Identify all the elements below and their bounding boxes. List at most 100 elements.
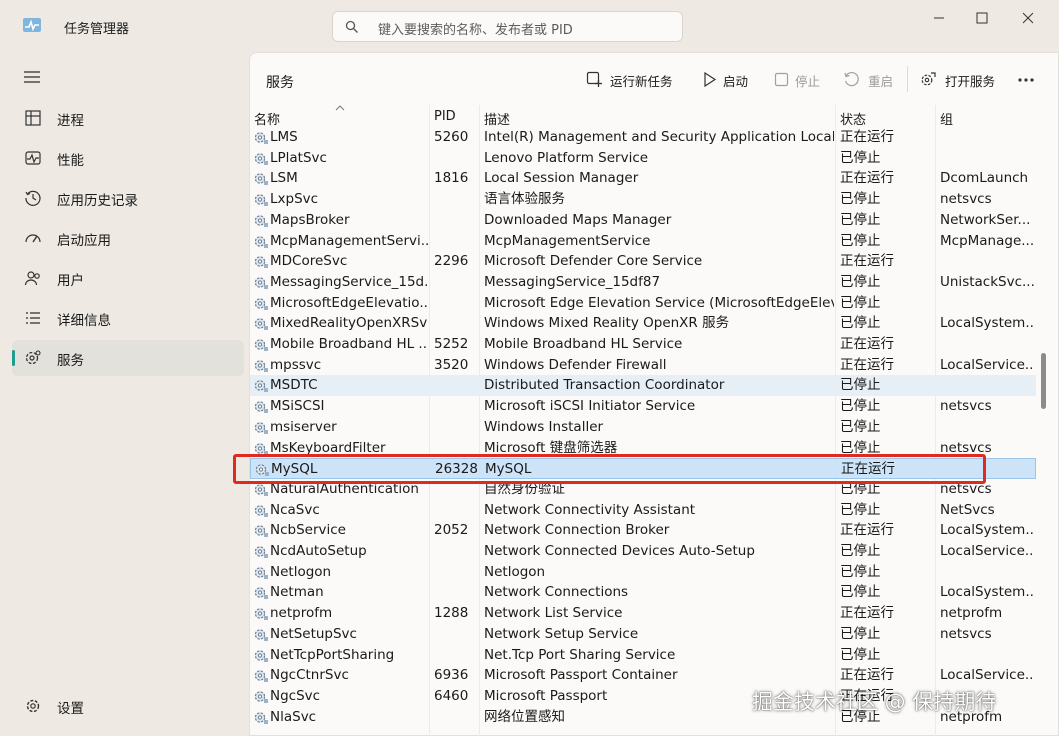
column-header-status[interactable]: 状态 (840, 109, 866, 128)
service-group: netsvcs (940, 398, 992, 415)
table-row[interactable]: MDCoreSvc 2296 Microsoft Defender Core Ser… (250, 251, 1036, 272)
table-row[interactable]: MSDTC Distributed Transaction Coordinator… (250, 375, 1036, 397)
table-row[interactable]: NcdAutoSetup Network Connected Devices Au… (250, 541, 1036, 562)
service-pid: 3520 (434, 356, 469, 373)
service-gear-icon (254, 277, 268, 289)
service-description: Network List Service (484, 605, 623, 622)
nav-item-processes[interactable]: 进程 (12, 100, 244, 136)
service-gear-icon (254, 173, 268, 186)
table-row[interactable]: LxpSvc 语言体验服务 已停止 netsvcs (250, 189, 1036, 210)
service-gear-icon (254, 711, 268, 724)
table-row[interactable]: LSM 1816 Local Session Manager 正在运行 DcomLaun… (250, 168, 1036, 189)
service-gear-icon (254, 380, 268, 393)
nav-item-users[interactable]: 用户 (12, 260, 244, 296)
table-row[interactable]: msiserver Windows Installer 已停止 (250, 417, 1036, 438)
table-row[interactable]: NcbService 2052 Network Connection Broker 正… (250, 520, 1036, 541)
service-description: Intel(R) Management and Security Applica… (484, 129, 834, 145)
start-button[interactable]: 启动 (701, 67, 751, 93)
service-status: 正在运行 (840, 129, 894, 145)
service-status: 已停止 (840, 543, 881, 559)
service-status: 已停止 (840, 563, 881, 580)
startup-apps-icon (25, 234, 41, 243)
table-row[interactable]: LPlatSvc Lenovo Platform Service 已停止 (250, 148, 1036, 169)
service-pid: 5260 (434, 129, 469, 145)
gear-icon (26, 699, 40, 713)
service-status: 正在运行 (840, 253, 894, 270)
nav-item-settings[interactable]: 设置 (12, 688, 244, 724)
table-row[interactable]: mpssvc 3520 Windows Defender Firewall 正在运行 L… (250, 355, 1036, 376)
service-gear-icon (254, 504, 268, 517)
table-header: 名称 PID 描述 状态 组 (250, 105, 1036, 128)
nav-item-app-history[interactable]: 应用历史记录 (12, 180, 244, 216)
run-new-task-icon (586, 71, 602, 87)
service-gear-icon (254, 587, 268, 600)
table-row[interactable]: MSiSCSI Microsoft iSCSI Initiator Service… (250, 396, 1036, 417)
processes-icon (25, 110, 41, 126)
table-row[interactable]: McpManagementServi... McpManagementServic… (250, 231, 1036, 252)
service-status: 正在运行 (840, 336, 894, 352)
service-status: 正在运行 (840, 522, 894, 539)
column-header-description[interactable]: 描述 (484, 109, 510, 128)
maximize-button[interactable] (967, 8, 997, 28)
open-services-button[interactable]: 打开服务 (920, 67, 1000, 93)
run-new-task-label: 运行新任务 (610, 74, 673, 89)
table-row[interactable]: NcaSvc Network Connectivity Assistant 已停止 N… (250, 500, 1036, 521)
vertical-scrollbar[interactable] (1041, 353, 1046, 409)
nav-item-startup-apps[interactable]: 启动应用 (12, 220, 244, 256)
service-group: netprofm (940, 605, 1003, 622)
nav-item-details[interactable]: 详细信息 (12, 300, 244, 336)
service-description: Distributed Transaction Coordinator (484, 377, 725, 394)
service-pid: 1288 (434, 605, 469, 622)
column-header-group[interactable]: 组 (940, 109, 953, 128)
service-status: 已停止 (840, 398, 881, 415)
stop-button[interactable]: 停止 (773, 67, 823, 93)
nav-label: 性能 (57, 153, 84, 169)
table-row[interactable]: MicrosoftEdgeElevatio... Microsoft Edge E… (250, 293, 1036, 314)
close-button[interactable] (1013, 8, 1043, 28)
service-gear-icon (254, 401, 268, 414)
service-name: NlaSvc (270, 708, 317, 725)
minimize-button[interactable] (924, 8, 954, 28)
service-group: NetworkSer... (940, 211, 1031, 228)
service-status: 已停止 (840, 584, 881, 601)
table-row[interactable]: NgcCtnrSvc 6936 Microsoft Passport Contain… (250, 665, 1036, 686)
restart-button[interactable]: 重启 (843, 67, 895, 93)
service-status: 已停止 (840, 625, 881, 642)
search-box[interactable]: 键入要搜索的名称、发布者或 PID (332, 11, 683, 42)
service-description: Microsoft Passport Container (484, 667, 678, 684)
service-name: MDCoreSvc (270, 253, 348, 270)
service-description: Windows Installer (484, 418, 604, 435)
hamburger-menu-icon[interactable] (24, 71, 40, 83)
toolbar-divider (907, 66, 908, 92)
table-row[interactable]: Netlogon Netlogon 已停止 (250, 562, 1036, 583)
more-options-icon[interactable] (1016, 67, 1036, 93)
restart-label: 重启 (868, 74, 894, 89)
nav-item-performance[interactable]: 性能 (12, 140, 244, 176)
table-row[interactable]: NetSetupSvc Network Setup Service 已停止 netsv… (250, 624, 1036, 645)
performance-icon (25, 151, 41, 165)
table-row[interactable]: MessagingService_15d... MessagingService_… (250, 272, 1036, 293)
stop-icon (774, 72, 789, 87)
service-group: McpManage... (940, 232, 1034, 249)
table-row[interactable]: Mobile Broadband HL ... 5252 Mobile Broadb… (250, 334, 1036, 355)
search-input[interactable]: 键入要搜索的名称、发布者或 PID (378, 19, 573, 38)
table-row[interactable]: Netman Network Connections 已停止 LocalSystem.… (250, 582, 1036, 603)
table-row[interactable]: NetTcpPortSharing Net.Tcp Port Sharing Se… (250, 645, 1036, 666)
service-name: MSiSCSI (270, 398, 325, 415)
service-status: 正在运行 (840, 667, 894, 684)
run-new-task-button[interactable]: 运行新任务 (586, 67, 682, 93)
table-row[interactable]: MixedRealityOpenXRSvc Windows Mixed Reali… (250, 313, 1036, 334)
service-gear-icon (254, 297, 268, 310)
nav-item-services[interactable]: 服务 (12, 340, 244, 376)
service-name: MicrosoftEdgeElevatio... (270, 294, 428, 311)
nav-label: 服务 (57, 353, 84, 369)
table-row[interactable]: LMS 5260 Intel(R) Management and Security … (250, 127, 1036, 148)
open-services-icon (921, 72, 936, 86)
table-row[interactable]: netprofm 1288 Network List Service 正在运行 netp… (250, 603, 1036, 624)
service-gear-icon (254, 691, 268, 703)
table-row[interactable]: MapsBroker Downloaded Maps Manager 已停止 Netw… (250, 210, 1036, 231)
service-status: 已停止 (840, 646, 881, 663)
column-header-name[interactable]: 名称 (254, 109, 280, 128)
service-description: Microsoft Edge Elevation Service (Micros… (484, 294, 834, 311)
column-header-pid[interactable]: PID (434, 109, 456, 124)
